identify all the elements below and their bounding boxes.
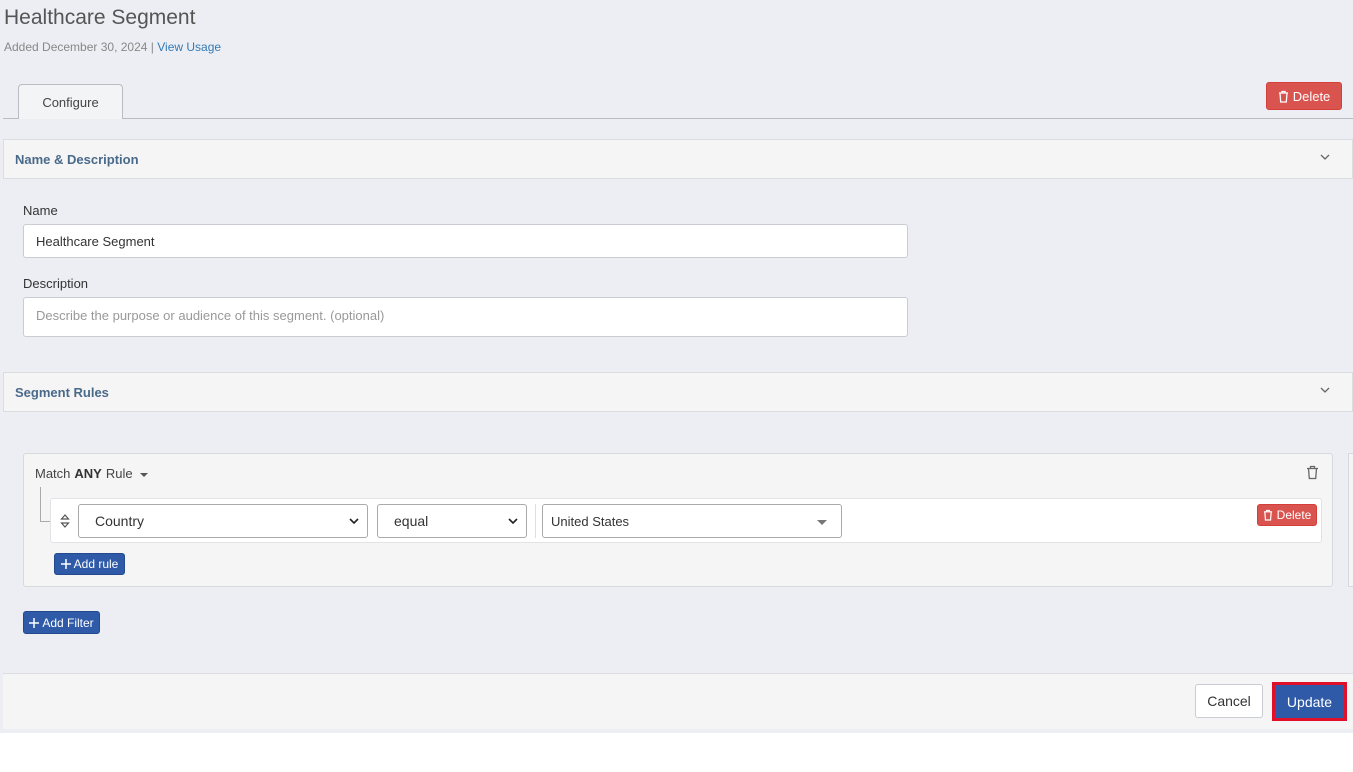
plus-icon [60,559,71,569]
add-filter-button[interactable]: Add Filter [23,611,100,634]
chevron-down-icon [349,518,359,525]
rule-operator-select[interactable]: equal [377,504,527,538]
segment-rules-title: Segment Rules [15,384,109,400]
delete-segment-button[interactable]: Delete [1266,82,1342,110]
delete-segment-label: Delete [1292,88,1331,104]
rule-operator-value: equal [394,513,429,529]
add-filter-label: Add Filter [42,615,94,630]
form-footer [3,673,1353,729]
rule-row: Country equal United States Delete [50,498,1322,543]
match-mode: ANY [74,466,102,481]
rule-group-edge [1348,453,1353,587]
segment-rules-header[interactable]: Segment Rules [3,372,1353,412]
name-description-header[interactable]: Name & Description [3,139,1353,179]
match-suffix: Rule [105,466,133,481]
caret-down-icon [139,472,148,477]
view-usage-link[interactable]: View Usage [157,40,221,54]
chevron-down-icon [1320,387,1330,393]
rule-group: Match ANY Rule Country equal United Stat… [23,453,1333,587]
delete-rule-label: Delete [1276,508,1312,522]
segment-editor-page: Healthcare Segment Added December 30, 20… [0,0,1353,733]
plus-icon [29,617,40,628]
name-input[interactable]: Healthcare Segment [23,224,908,258]
trash-icon[interactable] [1306,465,1319,480]
cancel-button[interactable]: Cancel [1195,684,1263,718]
match-mode-dropdown[interactable]: Match ANY Rule [35,466,148,481]
description-label: Description [23,276,89,291]
sort-handle-icon[interactable] [60,514,70,528]
rule-field-value: Country [95,513,145,529]
tab-configure[interactable]: Configure [18,84,123,119]
delete-rule-button[interactable]: Delete [1257,504,1317,526]
rule-value: United States [551,513,630,529]
description-input[interactable]: Describe the purpose or audience of this… [23,297,908,337]
tabs-divider [3,118,1353,119]
caret-down-icon [817,520,827,525]
add-rule-button[interactable]: Add rule [54,553,125,575]
page-title: Healthcare Segment [4,6,196,29]
update-button-highlight: Update [1272,682,1347,721]
meta-separator: | [147,40,158,54]
chevron-down-icon [508,518,518,525]
rule-value-select[interactable]: United States [542,504,842,538]
name-description-title: Name & Description [15,151,139,167]
trash-icon [1263,509,1272,521]
added-date: Added December 30, 2024 [4,40,148,54]
match-prefix: Match [35,466,71,481]
name-label: Name [23,203,58,218]
chevron-down-icon [1320,154,1330,160]
add-rule-label: Add rule [73,557,119,571]
rule-field-select[interactable]: Country [78,504,368,538]
trash-icon [1278,90,1288,103]
divider [535,504,536,538]
update-button[interactable]: Update [1275,685,1344,718]
page-meta: Added December 30, 2024 | View Usage [4,40,221,54]
